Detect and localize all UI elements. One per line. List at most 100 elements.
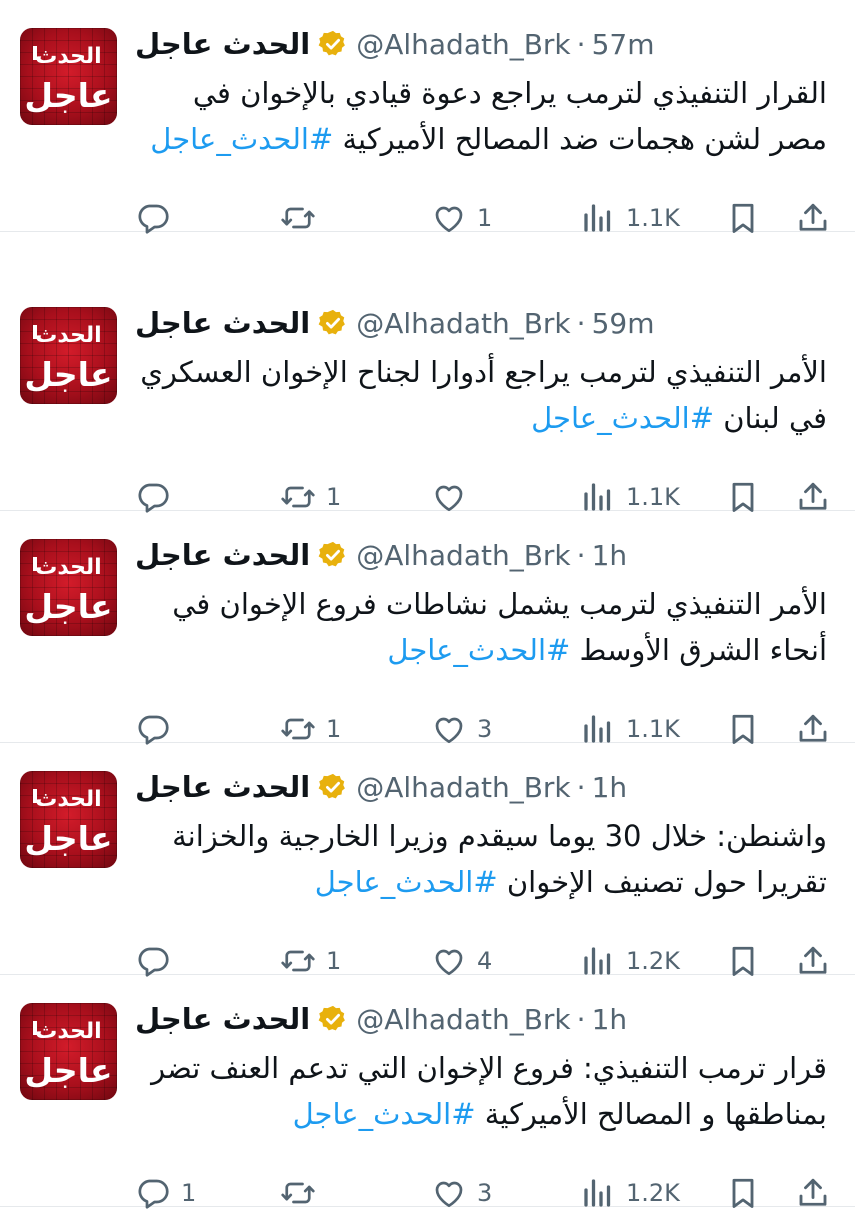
retweet-icon [281, 950, 315, 972]
timestamp[interactable]: 1h [592, 539, 628, 572]
verified-badge-icon [318, 30, 346, 56]
avatar-text-line1: الحدث [35, 555, 102, 580]
like-icon [435, 717, 463, 744]
avatar[interactable]: الحدث عاجل [20, 307, 117, 404]
handle[interactable]: @Alhadath_Brk [356, 28, 570, 61]
tweet-text: القرار التنفيذي لترمب يراجع دعوة قيادي ب… [135, 70, 827, 162]
hashtag-link[interactable]: #الحدث_عاجل [315, 865, 498, 899]
reply-icon [138, 947, 169, 977]
tweet[interactable]: الحدث عاجل الحدث عاجل @Alhadath_Brk · 1h… [0, 511, 855, 745]
tweet-header: الحدث عاجل @Alhadath_Brk · 1h [135, 999, 627, 1039]
avatar-text-line2: عاجل [24, 587, 113, 626]
like-icon [435, 206, 463, 233]
share-icon [799, 1178, 827, 1206]
verified-badge-icon [318, 773, 346, 799]
timestamp[interactable]: 1h [592, 1003, 628, 1036]
hashtag-link[interactable]: #الحدث_عاجل [531, 401, 714, 435]
bookmark-button[interactable] [725, 1171, 761, 1215]
retweet-button[interactable] [280, 1171, 326, 1215]
views-icon [584, 204, 611, 232]
reply-icon [138, 715, 169, 745]
tweet-text: قرار ترمب التنفيذي: فروع الإخوان التي تد… [135, 1045, 827, 1137]
like-count: 1 [477, 204, 493, 232]
handle[interactable]: @Alhadath_Brk [356, 1003, 570, 1036]
separator-dot: · [576, 1002, 586, 1036]
bookmark-icon [732, 946, 754, 976]
views-count: 1.2K [626, 947, 680, 975]
views-button[interactable]: 1.2K [580, 1171, 680, 1215]
views-button[interactable]: 1.1K [580, 196, 680, 240]
views-icon [584, 947, 611, 975]
avatar-text-line2: عاجل [24, 1051, 113, 1090]
tweet-text: الأمر التنفيذي لترمب يراجع أدوارا لجناح … [135, 349, 827, 441]
views-icon [584, 1179, 611, 1207]
tweet-text: واشنطن: خلال 30 يوما سيقدم وزيرا الخارجي… [135, 813, 827, 905]
verified-badge-icon [318, 309, 346, 335]
timestamp[interactable]: 57m [592, 28, 655, 61]
avatar-text-line1: الحدث [35, 1019, 102, 1044]
like-count: 4 [477, 947, 493, 975]
display-name[interactable]: الحدث عاجل [135, 306, 310, 340]
tweet-header: الحدث عاجل @Alhadath_Brk · 57m [135, 24, 654, 64]
avatar-text-line2: عاجل [24, 355, 113, 394]
tweet[interactable]: الحدث عاجل الحدث عاجل @Alhadath_Brk · 59… [0, 279, 855, 513]
views-count: 1.1K [626, 483, 680, 511]
hashtag-link[interactable]: #الحدث_عاجل [293, 1097, 476, 1131]
tweet-body-text: الأمر التنفيذي لترمب يراجع أدوارا لجناح … [140, 355, 827, 435]
like-button[interactable]: 3 [431, 1171, 492, 1215]
reply-icon [138, 1179, 169, 1209]
avatar[interactable]: الحدث عاجل [20, 1003, 117, 1100]
tweet-header: الحدث عاجل @Alhadath_Brk · 1h [135, 535, 627, 575]
avatar-text-line2: عاجل [24, 76, 113, 115]
views-icon [584, 715, 611, 743]
share-button[interactable] [795, 196, 831, 240]
avatar[interactable]: الحدث عاجل [20, 28, 117, 125]
display-name[interactable]: الحدث عاجل [135, 27, 310, 61]
retweet-icon [281, 486, 315, 508]
tweet[interactable]: الحدث عاجل الحدث عاجل @Alhadath_Brk · 57… [0, 0, 855, 234]
separator-dot: · [576, 27, 586, 61]
hashtag-link[interactable]: #الحدث_عاجل [387, 633, 570, 667]
avatar[interactable]: الحدث عاجل [20, 771, 117, 868]
reply-button[interactable] [135, 196, 181, 240]
timestamp[interactable]: 1h [592, 771, 628, 804]
handle[interactable]: @Alhadath_Brk [356, 539, 570, 572]
like-button[interactable]: 1 [431, 196, 492, 240]
retweet-count: 1 [326, 947, 342, 975]
action-bar: 1 1.1K [135, 196, 830, 240]
display-name[interactable]: الحدث عاجل [135, 770, 310, 804]
retweet-count: 1 [326, 483, 342, 511]
avatar-text-line1: الحدث [35, 44, 102, 69]
separator-dot: · [576, 306, 586, 340]
avatar-text-line1: الحدث [35, 787, 102, 812]
tweet[interactable]: الحدث عاجل الحدث عاجل @Alhadath_Brk · 1h… [0, 975, 855, 1209]
timestamp[interactable]: 59m [592, 307, 655, 340]
like-count: 3 [477, 1179, 493, 1207]
hashtag-link[interactable]: #الحدث_عاجل [150, 122, 333, 156]
tweet-body-text: قرار ترمب التنفيذي: فروع الإخوان التي تد… [151, 1051, 827, 1131]
retweet-button[interactable] [280, 196, 326, 240]
bookmark-icon [732, 482, 754, 512]
verified-badge-icon [318, 1005, 346, 1031]
bookmark-button[interactable] [725, 196, 761, 240]
handle[interactable]: @Alhadath_Brk [356, 307, 570, 340]
separator-dot: · [576, 538, 586, 572]
bookmark-icon [732, 1178, 754, 1208]
reply-count: 1 [181, 1179, 197, 1207]
display-name[interactable]: الحدث عاجل [135, 538, 310, 572]
retweet-icon [281, 1182, 315, 1204]
bookmark-icon [732, 714, 754, 744]
share-icon [799, 203, 827, 231]
share-button[interactable] [795, 1171, 831, 1215]
handle[interactable]: @Alhadath_Brk [356, 771, 570, 804]
share-icon [799, 946, 827, 974]
reply-button[interactable]: 1 [135, 1171, 196, 1215]
bookmark-icon [732, 203, 754, 233]
tweet[interactable]: الحدث عاجل الحدث عاجل @Alhadath_Brk · 1h… [0, 743, 855, 977]
avatar[interactable]: الحدث عاجل [20, 539, 117, 636]
display-name[interactable]: الحدث عاجل [135, 1002, 310, 1036]
tweet-body-text: واشنطن: خلال 30 يوما سيقدم وزيرا الخارجي… [172, 819, 827, 899]
tweet-text: الأمر التنفيذي لترمب يشمل نشاطات فروع ال… [135, 581, 827, 673]
retweet-icon [281, 207, 315, 229]
views-count: 1.1K [626, 204, 680, 232]
